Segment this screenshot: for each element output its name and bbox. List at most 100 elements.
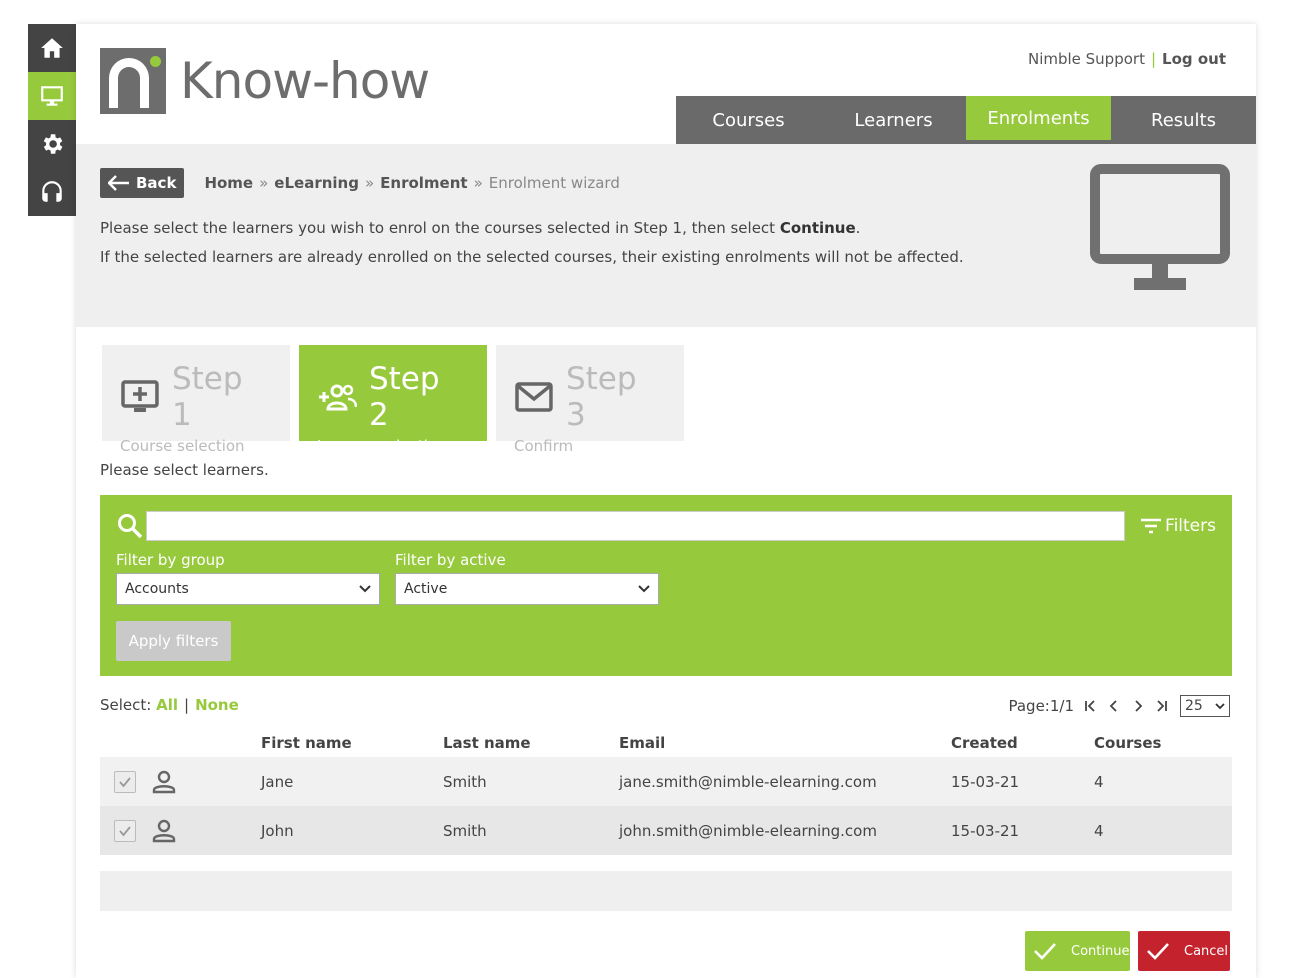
per-page-value: 25 [1185,698,1203,714]
filter-active-select[interactable]: Active [395,573,659,605]
sidebar-elearning[interactable] [28,72,76,120]
cell-courses: 4 [1094,772,1104,791]
header: Know-how Nimble Support | Log out Courses … [76,24,1256,144]
chevron-right-icon [1135,700,1143,712]
select-none-link[interactable]: None [195,696,239,714]
per-page-select[interactable]: 25 [1180,695,1230,717]
user-links-separator: | [1150,50,1157,68]
breadcrumb-separator: » [259,174,269,192]
select-label: Select: [100,696,152,714]
chevron-down-icon [1215,702,1225,709]
filters-label: Filters [1165,516,1216,536]
cell-first-name: John [261,821,294,840]
first-page-icon [1085,700,1095,712]
select-all-link[interactable]: All [156,696,178,714]
apply-filters-button[interactable]: Apply filters [116,621,231,661]
header-last-name[interactable]: Last name [443,734,619,752]
back-button[interactable]: Back [100,168,185,198]
logo-mark-icon [100,48,166,114]
app-sidebar [28,24,76,216]
tab-enrolments[interactable]: Enrolments [966,96,1111,144]
cell-email: john.smith@nimble-elearning.com [619,821,877,840]
step-3-title: Step 3 [565,361,637,433]
step-2-title: Step 2 [368,361,440,433]
breadcrumb-home[interactable]: Home [204,174,253,192]
next-page-button[interactable] [1126,696,1150,716]
chevron-down-icon [359,585,371,593]
sidebar-home[interactable] [28,24,76,72]
logout-link[interactable]: Log out [1162,50,1226,68]
step-1[interactable]: Step 1 Course selection [102,345,290,455]
home-icon [41,38,63,58]
pagination: Page: 1/1 25 [1008,695,1230,717]
arrow-left-icon [108,175,129,191]
continue-button[interactable]: Continue [1025,931,1130,971]
prev-page-button[interactable] [1102,696,1126,716]
cell-last-name: Smith [443,772,487,791]
breadcrumb-elearning[interactable]: eLearning [274,174,359,192]
cell-email: jane.smith@nimble-elearning.com [619,772,877,791]
logo[interactable]: Know-how [100,48,430,114]
check-icon [119,776,131,787]
filter-panel: Filters Filter by group Accounts Filter … [100,495,1232,676]
add-learners-icon [318,384,357,411]
filter-icon [1141,518,1162,534]
cell-created: 15-03-21 [951,821,1020,840]
sidebar-support[interactable] [28,168,76,216]
breadcrumb-separator: » [364,174,375,192]
header-created[interactable]: Created [951,734,1094,752]
info-panel: Back Home » eLearning » Enrolment » Enrolment … [76,144,1256,327]
first-page-button[interactable] [1078,696,1102,716]
filter-group-select[interactable]: Accounts [116,573,380,605]
header-email[interactable]: Email [619,734,951,752]
cancel-button[interactable]: Cancel [1138,931,1230,971]
instructions-line-1: Please select the learners you wish to e… [100,219,861,237]
tab-learners[interactable]: Learners [821,96,966,144]
main-panel: Know-how Nimble Support | Log out Courses … [76,24,1256,978]
sidebar-settings[interactable] [28,120,76,168]
step-2[interactable]: Step 2 Learner selection [299,345,487,455]
breadcrumb-enrolment[interactable]: Enrolment [380,174,467,192]
last-page-icon [1157,700,1167,712]
check-icon [1034,943,1056,960]
header-courses[interactable]: Courses [1094,734,1232,752]
table-row[interactable]: John Smith john.smith@nimble-elearning.c… [100,806,1232,855]
cell-courses: 4 [1094,821,1104,840]
row-checkbox[interactable] [114,770,136,793]
tab-results[interactable]: Results [1111,96,1256,144]
chevron-left-icon [1109,700,1117,712]
user-name[interactable]: Nimble Support [1028,50,1145,68]
logo-text: Know-how [180,52,430,110]
wizard-steps: Step 1 Course selection Step 2 Learner s… [102,345,693,455]
step-1-subtitle: Course selection [120,437,245,455]
selection-controls: Select: All | None [100,696,239,714]
last-page-button[interactable] [1150,696,1174,716]
select-separator: | [184,696,190,714]
breadcrumb: Home » eLearning » Enrolment » Enrolment wizar… [204,174,619,192]
user-links: Nimble Support | Log out [1028,50,1226,68]
step-3[interactable]: Step 3 Confirm [496,345,684,455]
breadcrumb-separator: » [473,174,483,192]
check-icon [1147,943,1169,960]
check-icon [119,825,131,836]
search-input[interactable] [145,511,1126,541]
table-footer-bar [100,871,1232,911]
learners-table: First name Last name Email Created Cours… [100,729,1232,855]
page: Know-how Nimble Support | Log out Courses … [0,0,1290,978]
headset-icon [42,181,62,202]
row-checkbox[interactable] [114,819,136,842]
filter-group-value: Accounts [125,581,189,597]
back-label: Back [136,174,177,192]
header-first-name[interactable]: First name [261,734,443,752]
person-icon [152,819,176,842]
main-nav: Courses Learners Enrolments Results [676,96,1256,144]
tab-courses[interactable]: Courses [676,96,821,144]
table-row[interactable]: Jane Smith jane.smith@nimble-elearning.c… [100,757,1232,806]
filters-button[interactable]: Filters [1139,516,1216,536]
envelope-icon [515,382,553,412]
filter-active-value: Active [404,581,448,597]
gear-icon [43,134,63,154]
add-course-icon [121,380,159,412]
page-label: Page: [1008,697,1050,715]
breadcrumb-current: Enrolment wizard [488,174,620,192]
